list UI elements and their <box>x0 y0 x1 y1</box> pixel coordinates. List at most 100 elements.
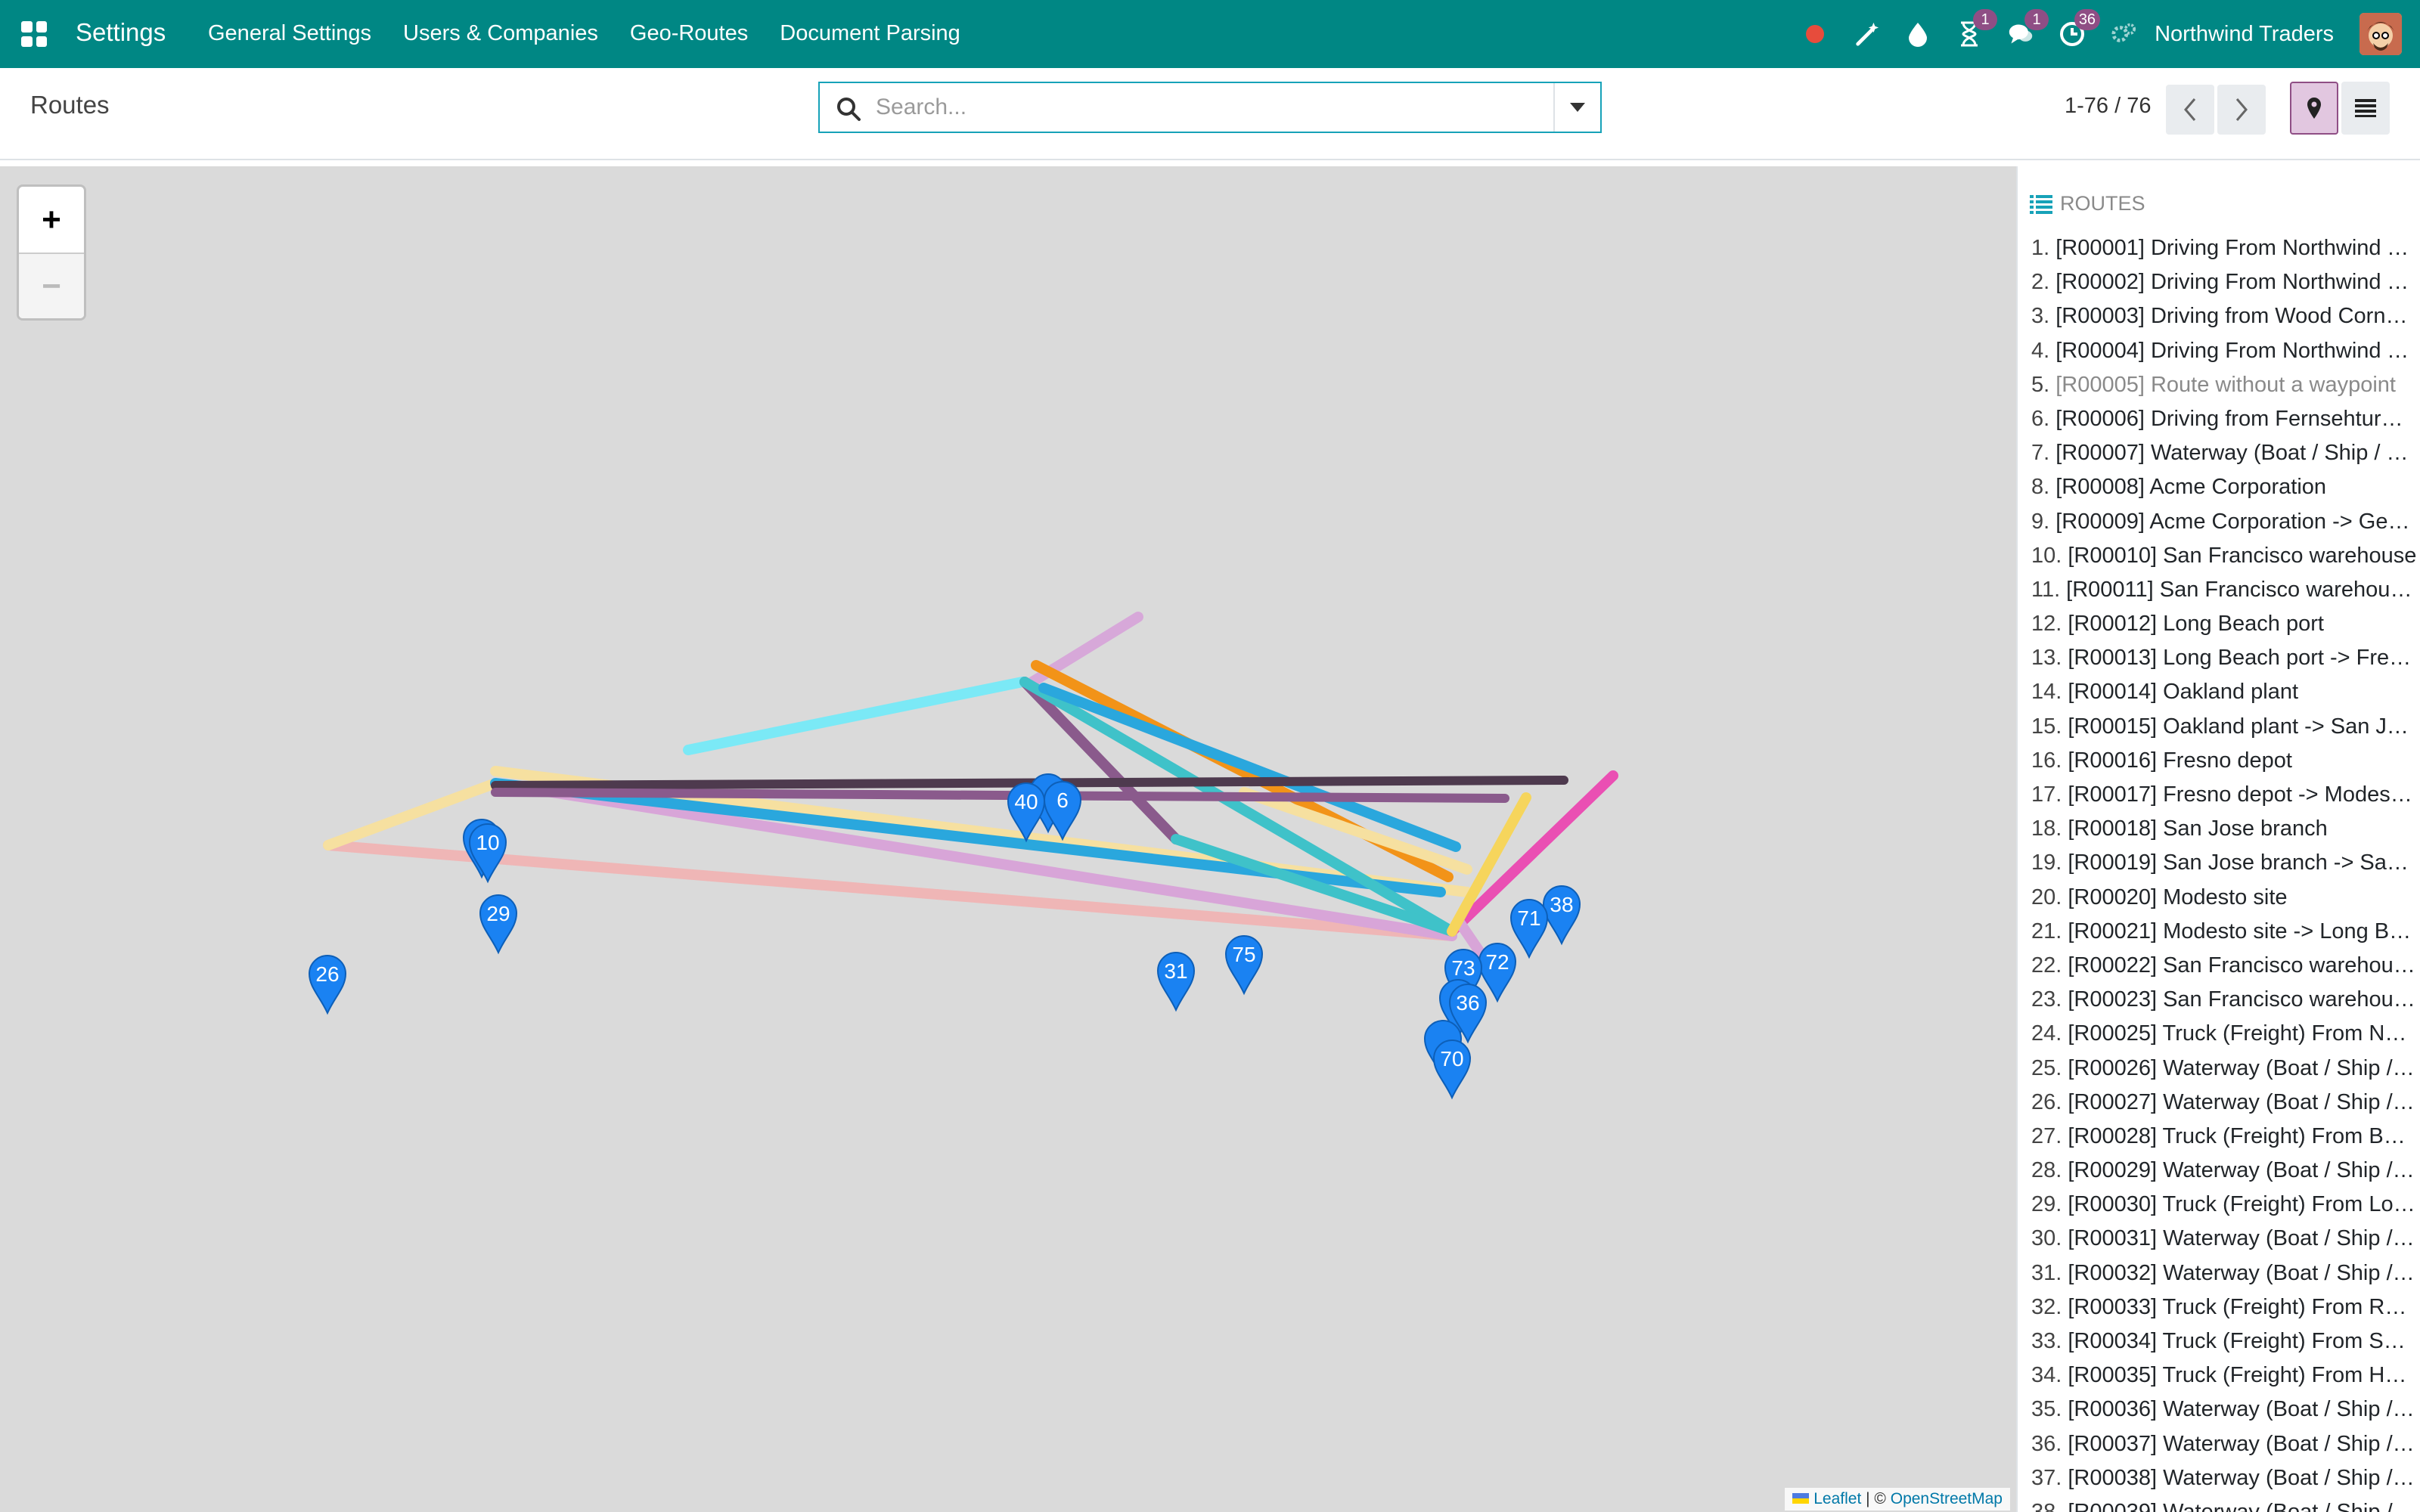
route-list-item[interactable]: 18. [R00018] San Jose branch <box>2031 812 2417 846</box>
route-list-item[interactable]: 6.[R00006] Driving from Fernsehturm to B… <box>2031 402 2417 436</box>
route-lines-layer: 10 29 26 6 40 31 75 38 71 72 73 36 70 <box>308 612 1618 1100</box>
pager-next-button[interactable] <box>2217 85 2266 135</box>
pager-value[interactable]: 1-76 / 76 <box>2065 94 2151 119</box>
route-list-item[interactable]: 36.[R00037] Waterway (Boat / Ship / Ferr… <box>2031 1427 2417 1461</box>
app-title[interactable]: Settings <box>76 18 166 47</box>
route-list-item[interactable]: 5. [R00005] Route without a waypoint <box>2031 368 2417 402</box>
apps-menu-icon[interactable] <box>21 21 47 47</box>
route-index: 3. <box>2031 304 2050 329</box>
map-marker[interactable]: 6 <box>1043 781 1082 841</box>
route-list-item[interactable]: 32.[R00033] Truck (Freight) From Rotterd… <box>2031 1290 2417 1325</box>
drop-icon[interactable] <box>1905 21 1931 47</box>
leaflet-link[interactable]: Leaflet <box>1813 1490 1861 1507</box>
messages-badge: 1 <box>2024 9 2049 30</box>
route-list-item[interactable]: 1.[R00001] Driving From Northwind Trader… <box>2031 231 2417 265</box>
clock-icon[interactable]: 36 <box>2059 9 2101 47</box>
magic-wand-icon[interactable] <box>1854 21 1879 47</box>
menu-geo-routes[interactable]: Geo-Routes <box>630 21 748 46</box>
map-marker[interactable]: 70 <box>1432 1040 1472 1100</box>
route-list-item[interactable]: 11.[R00011] San Francisco warehouse -> L… <box>2031 573 2417 607</box>
route-list-item[interactable]: 26.[R00027] Waterway (Boat / Ship / Ferr… <box>2031 1086 2417 1120</box>
marker-label: 75 <box>1232 943 1255 966</box>
route-list-item[interactable]: 12. [R00012] Long Beach port <box>2031 607 2417 641</box>
route-list-item[interactable]: 7. [R00007] Waterway (Boat / Ship / Ferry… <box>2031 436 2417 470</box>
hourglass-icon[interactable]: 1 <box>1956 9 1998 47</box>
route-list-item[interactable]: 25.[R00026] Waterway (Boat / Ship / Ferr… <box>2031 1052 2417 1086</box>
user-avatar[interactable] <box>2360 13 2402 55</box>
route-list-item[interactable]: 3.[R00003] Driving from Wood Corner to N… <box>2031 299 2417 333</box>
marker-label: 29 <box>486 902 510 925</box>
route-index: 18. <box>2031 816 2062 841</box>
route-list-item[interactable]: 14. [R00014] Oakland plant <box>2031 675 2417 709</box>
settings-gears-icon[interactable] <box>2111 21 2136 47</box>
routes-panel-title: ROUTES <box>2060 192 2145 215</box>
route-list-item[interactable]: 16. [R00016] Fresno depot <box>2031 744 2417 778</box>
route-label: [R00026] Waterway (Boat / Ship / Ferry) <box>2068 1055 2417 1080</box>
route-list-item[interactable]: 28.[R00029] Waterway (Boat / Ship / Ferr… <box>2031 1154 2417 1188</box>
route-line[interactable] <box>1019 677 1457 937</box>
route-list-item[interactable]: 8. [R00008] Acme Corporation <box>2031 470 2417 504</box>
route-list-item[interactable]: 4.[R00004] Driving From Northwind Trader… <box>2031 334 2417 368</box>
map-marker[interactable]: 72 <box>1478 943 1517 1003</box>
chevron-left-icon <box>2184 98 2196 121</box>
route-list-item[interactable]: 23.[R00023] San Francisco warehouse -> F… <box>2031 983 2417 1017</box>
map-marker[interactable]: 38 <box>1542 885 1581 946</box>
route-line[interactable] <box>683 677 1028 755</box>
route-label: [R00010] San Francisco warehouse <box>2068 543 2417 568</box>
route-list-item[interactable]: 21.[R00021] Modesto site -> Long Beach p… <box>2031 915 2417 949</box>
route-list-item[interactable]: 24.[R00025] Truck (Freight) From Northwi… <box>2031 1017 2417 1051</box>
list-view-button[interactable] <box>2341 82 2390 135</box>
route-list-item[interactable]: 27. [R00028] Truck (Freight) From Berlin <box>2031 1120 2417 1154</box>
route-list-item[interactable]: 10. [R00010] San Francisco warehouse <box>2031 539 2417 573</box>
route-list-item[interactable]: 29.[R00030] Truck (Freight) From Long Be… <box>2031 1188 2417 1222</box>
route-label: [R00032] Waterway (Boat / Ship / Ferry) <box>2068 1260 2417 1285</box>
routes-map[interactable]: 10 29 26 6 40 31 75 38 71 72 73 36 70 + <box>0 166 2016 1512</box>
route-list-item[interactable]: 15.[R00015] Oakland plant -> San Jose br… <box>2031 710 2417 744</box>
zoom-in-button[interactable]: + <box>19 187 84 253</box>
route-list-item[interactable]: 2.[R00002] Driving From Northwind Trader… <box>2031 265 2417 299</box>
route-list-item[interactable]: 31.[R00032] Waterway (Boat / Ship / Ferr… <box>2031 1256 2417 1290</box>
map-marker[interactable]: 26 <box>308 955 347 1015</box>
menu-users-companies[interactable]: Users & Companies <box>403 21 598 46</box>
route-list-item[interactable]: 35.[R00036] Waterway (Boat / Ship / Ferr… <box>2031 1393 2417 1427</box>
marker-label: 6 <box>1056 789 1069 812</box>
route-line[interactable] <box>491 788 1509 803</box>
search-input[interactable] <box>876 89 1526 125</box>
marker-label: 31 <box>1164 959 1187 983</box>
zoom-out-button[interactable]: − <box>19 253 84 318</box>
route-list-item[interactable]: 20. [R00020] Modesto site <box>2031 881 2417 915</box>
route-list-item[interactable]: 38. [R00039] Waterway (Boat / Ship / Ferr… <box>2031 1495 2417 1512</box>
map-marker[interactable]: 29 <box>479 894 518 955</box>
route-label: [R00021] Modesto site -> Long Beach port <box>2068 919 2417 943</box>
map-pin-icon <box>2307 98 2321 119</box>
map-view-button[interactable] <box>2290 82 2338 135</box>
route-list-item[interactable]: 33.[R00034] Truck (Freight) From San Jos… <box>2031 1325 2417 1359</box>
route-list-item[interactable]: 17. [R00017] Fresno depot -> Modesto site <box>2031 778 2417 812</box>
route-index: 22. <box>2031 953 2062 978</box>
search-options-toggle[interactable] <box>1553 83 1600 132</box>
map-marker[interactable]: 71 <box>1509 899 1549 959</box>
messages-icon[interactable]: 1 <box>2008 9 2049 47</box>
route-list-item[interactable]: 34.[R00035] Truck (Freight) From Hamburg <box>2031 1359 2417 1393</box>
openstreetmap-link[interactable]: OpenStreetMap <box>1891 1490 2003 1507</box>
record-icon[interactable] <box>1802 21 1828 47</box>
route-index: 2. <box>2031 270 2050 295</box>
menu-document-parsing[interactable]: Document Parsing <box>780 21 960 46</box>
route-list-item[interactable]: 22.[R00022] San Francisco warehouse -> O… <box>2031 949 2417 983</box>
route-list-item[interactable]: 13.[R00013] Long Beach port -> Fresno de… <box>2031 641 2417 675</box>
map-marker[interactable]: 75 <box>1224 935 1264 996</box>
route-label: [R00017] Fresno depot -> Modesto site <box>2068 782 2417 807</box>
menu-general-settings[interactable]: General Settings <box>208 21 371 46</box>
map-marker[interactable]: 10 <box>468 823 507 884</box>
route-list-item[interactable]: 37.[R00038] Waterway (Boat / Ship / Ferr… <box>2031 1461 2417 1495</box>
ukraine-flag-icon <box>1792 1493 1810 1504</box>
marker-label: 38 <box>1550 893 1573 916</box>
pager-previous-button[interactable] <box>2166 85 2214 135</box>
route-list-item[interactable]: 9.[R00009] Acme Corporation -> Gemini Fu… <box>2031 505 2417 539</box>
route-index: 5. <box>2031 372 2050 397</box>
company-switcher[interactable]: Northwind Traders <box>2155 22 2334 47</box>
activity-badge: 1 <box>1973 9 1998 30</box>
map-marker[interactable]: 31 <box>1156 952 1196 1012</box>
route-list-item[interactable]: 19.[R00019] San Jose branch -> San Franc… <box>2031 846 2417 880</box>
route-list-item[interactable]: 30.[R00031] Waterway (Boat / Ship / Ferr… <box>2031 1222 2417 1256</box>
